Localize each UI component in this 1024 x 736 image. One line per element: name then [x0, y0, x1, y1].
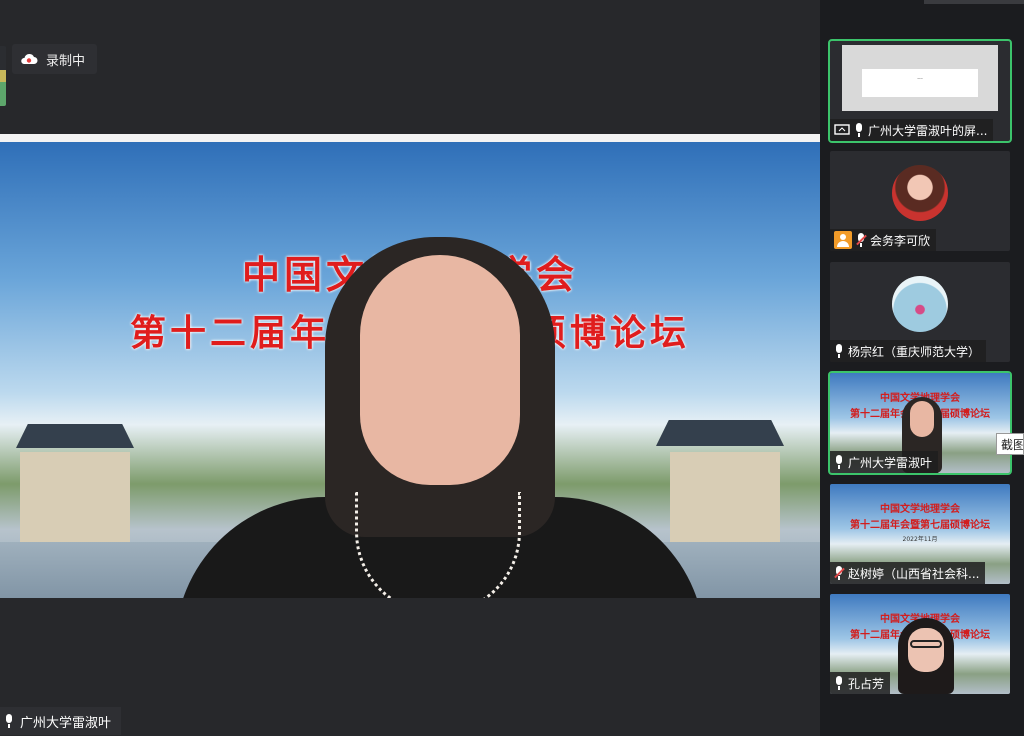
building-right — [670, 452, 780, 542]
building-left — [20, 452, 130, 542]
microphone-icon — [4, 714, 14, 728]
participant-label: 杨宗红（重庆师范大学） — [830, 340, 987, 362]
top-toolbar-strip — [924, 0, 1024, 4]
screen-share-icon — [834, 124, 850, 135]
participant-sidebar: ... 广州大学雷淑叶的屏... 会务李可欣 杨宗红（重庆师范大学） 中国文学地… — [820, 0, 1024, 736]
audio-level-meter — [0, 46, 6, 106]
participant-tile[interactable]: 杨宗红（重庆师范大学） — [830, 262, 1010, 362]
speaker-video — [175, 237, 705, 598]
main-stage: 录制中 中国文学地理学会 第十二届年会暨第七届硕博论坛 广州大学雷淑叶 — [0, 0, 820, 736]
recording-indicator[interactable]: 录制中 — [12, 44, 98, 74]
participant-tile[interactable]: 中国文学地理学会 第十二届年会暨第七届硕博论坛 2022年11月 赵树婷（山西省… — [830, 484, 1010, 584]
participant-label: 赵树婷（山西省社会科... — [830, 562, 986, 584]
participant-tile[interactable]: 中国文学地理学会 第十二届年会暨第七届硕博论坛 广州大学雷淑叶 — [828, 371, 1012, 475]
thumbnail-banner-line1: 中国文学地理学会 — [880, 504, 960, 515]
microphone-icon — [834, 676, 844, 690]
cloud-record-icon — [21, 53, 38, 64]
microphone-muted-icon — [834, 566, 845, 580]
slide-preview: ... — [862, 69, 978, 97]
screenshot-tooltip[interactable]: 截图 — [996, 433, 1024, 455]
thumbnail-banner-line2: 第十二届年会暨第七届硕博论坛 — [850, 520, 990, 531]
main-video[interactable]: 中国文学地理学会 第十二届年会暨第七届硕博论坛 — [0, 134, 820, 598]
thumbnail-face — [908, 628, 944, 672]
thumbnail-face — [910, 401, 934, 437]
participant-label: 会务李可欣 — [830, 229, 937, 251]
speaker-face — [360, 255, 520, 485]
speaker-name: 广州大学雷淑叶 — [20, 715, 112, 731]
participant-tile[interactable]: 中国文学地理学会 第十二届年会暨第七届硕博论坛 孔占芳 — [830, 594, 1010, 694]
screen-share-preview: ... — [842, 45, 998, 111]
host-badge-icon — [834, 231, 852, 249]
participant-tile-screen-share[interactable]: ... 广州大学雷淑叶的屏... — [828, 39, 1012, 143]
avatar — [892, 276, 948, 332]
glasses-icon — [910, 640, 942, 648]
microphone-muted-icon — [856, 233, 867, 247]
speaker-necklace — [355, 492, 521, 598]
microphone-icon — [834, 344, 844, 358]
building-right-roof — [656, 420, 784, 446]
participant-label: 广州大学雷淑叶 — [830, 451, 939, 473]
recording-label: 录制中 — [46, 53, 86, 69]
microphone-icon — [834, 455, 844, 469]
microphone-icon — [854, 123, 864, 137]
thumbnail-date: 2022年11月 — [902, 536, 938, 543]
avatar — [892, 165, 948, 221]
speaker-name-bar: 广州大学雷淑叶 — [0, 707, 122, 735]
participant-label: 广州大学雷淑叶的屏... — [830, 119, 994, 141]
participant-tile[interactable]: 会务李可欣 — [830, 151, 1010, 251]
building-left-roof — [16, 424, 134, 448]
participant-label: 孔占芳 — [830, 672, 891, 694]
